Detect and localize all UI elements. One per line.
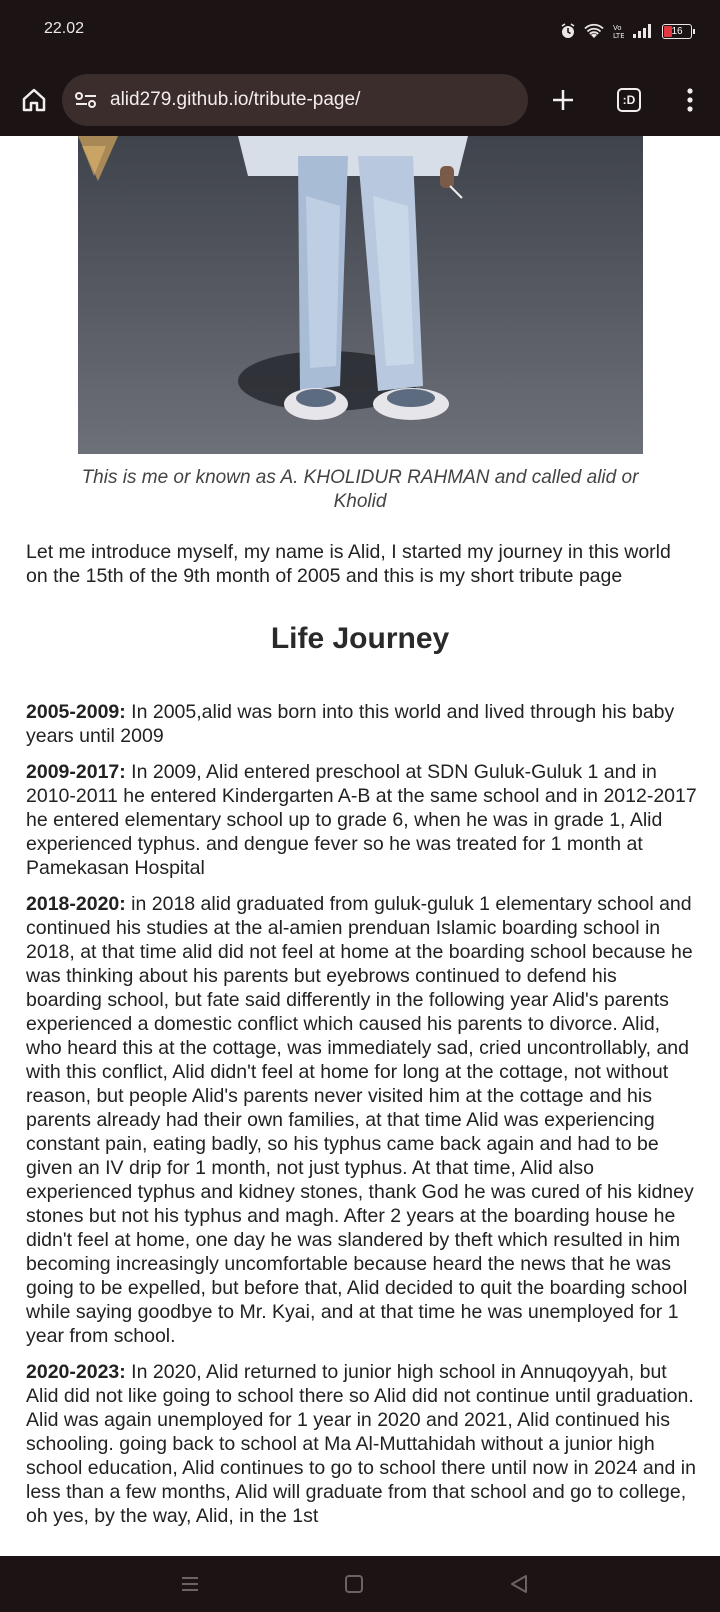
timeline-text: in 2018 alid graduated from guluk-guluk … (26, 893, 694, 1347)
timeline-item: 2009-2017: In 2009, Alid entered prescho… (26, 760, 698, 880)
photo-caption: This is me or known as A. KHOLIDUR RAHMA… (81, 467, 639, 512)
profile-photo (78, 136, 643, 454)
svg-text:Vo: Vo (613, 24, 622, 32)
home-icon (22, 88, 46, 112)
wifi-icon (584, 23, 604, 39)
tab-switcher-button[interactable]: :D (611, 82, 647, 118)
section-title: Life Journey (270, 622, 450, 655)
timeline-item: 2005-2009: In 2005,alid was born into th… (26, 700, 698, 748)
plus-icon (553, 90, 573, 110)
status-time: 22.02 (44, 20, 85, 37)
status-icons: Vo LTE 16 (560, 22, 695, 40)
more-menu-button[interactable] (672, 82, 708, 118)
more-vert-icon (687, 88, 693, 112)
browser-toolbar: alid279.github.io/tribute-page/ :D (0, 66, 720, 136)
timeline-item: 2020-2023: In 2020, Alid returned to jun… (26, 1360, 698, 1528)
volte-icon: Vo LTE (612, 22, 624, 40)
new-tab-button[interactable] (545, 82, 581, 118)
page-content[interactable]: This is me or known as A. KHOLIDUR RAHMA… (0, 136, 720, 1556)
timeline-item: 2018-2020: in 2018 alid graduated from g… (26, 892, 698, 1348)
battery-icon: 16 (662, 23, 695, 39)
recents-icon (182, 1577, 198, 1591)
alarm-icon (560, 23, 576, 39)
status-bar: 22.02 Vo LTE 16 (0, 0, 720, 66)
timeline-list: 2005-2009: In 2005,alid was born into th… (26, 700, 698, 1540)
recents-button[interactable] (174, 1570, 206, 1598)
back-button[interactable] (503, 1570, 535, 1598)
intro-paragraph: Let me introduce myself, my name is Alid… (26, 541, 671, 587)
url-text[interactable]: alid279.github.io/tribute-page/ (110, 89, 360, 111)
site-settings-icon[interactable] (74, 88, 98, 112)
back-icon (511, 1575, 527, 1593)
svg-text:LTE: LTE (613, 32, 624, 40)
timeline-years: 2009-2017: (26, 761, 126, 783)
timeline-text: In 2020, Alid returned to junior high sc… (26, 1361, 696, 1527)
url-bar[interactable]: alid279.github.io/tribute-page/ (62, 74, 528, 126)
home-nav-icon (345, 1575, 363, 1593)
timeline-years: 2005-2009: (26, 701, 126, 723)
home-button[interactable] (16, 82, 52, 118)
system-nav-bar (0, 1556, 720, 1612)
timeline-years: 2018-2020: (26, 893, 126, 915)
timeline-text: In 2009, Alid entered preschool at SDN G… (26, 761, 697, 879)
battery-level: 16 (671, 25, 683, 37)
signal-icon (632, 23, 654, 39)
tabs-icon: :D (617, 88, 641, 112)
home-nav-button[interactable] (338, 1570, 370, 1598)
timeline-years: 2020-2023: (26, 1361, 126, 1383)
